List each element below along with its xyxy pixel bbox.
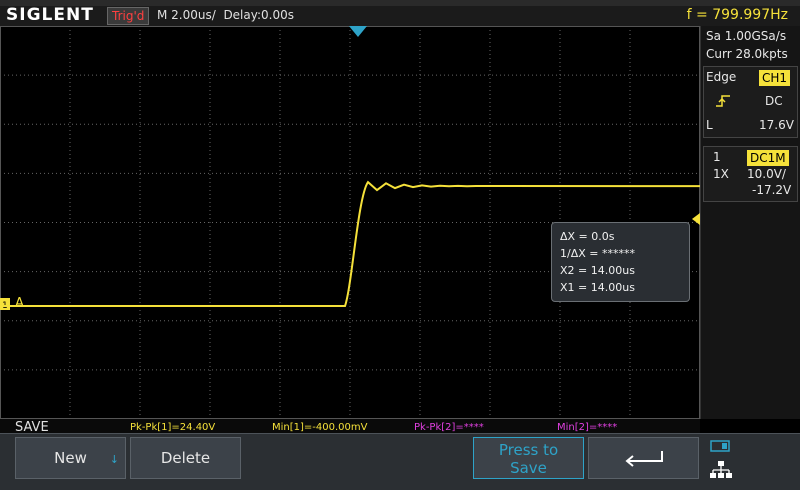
timebase-value: M 2.00us/ [157,8,216,22]
vertical-scale: 10.0V/ [747,167,786,181]
top-strip [0,0,800,6]
softkey-menu: New ↓ Delete Press to Save [0,433,800,490]
trigger-type: Edge [706,70,737,84]
trigger-source-badge: CH1 [759,70,791,86]
measurement-item: Pk-Pk[2]=**** [414,422,484,433]
brand-logo: SIGLENT [6,5,94,25]
new-button[interactable]: New ↓ [15,437,126,479]
trigger-coupling: DC [765,94,783,108]
trigger-level: 17.6V [759,118,794,132]
channel-number: 1 [713,150,721,164]
inverse-delta-x-readout: 1/ΔX = ****** [560,247,635,260]
probe-attenuation: 1X [713,167,729,181]
trigger-position-marker[interactable] [349,26,367,37]
measurement-item: Pk-Pk[1]=24.40V [130,422,216,433]
trigger-level-label: L [706,118,713,132]
new-button-label: New [54,449,87,467]
press-to-save-line2: Save [510,459,547,477]
x2-readout: X2 = 14.00us [560,264,635,277]
trigger-status-badge: Trig'd [107,7,150,25]
delay-value: Delay:0.00s [223,8,294,22]
delete-button-label: Delete [160,449,211,467]
cursor-readout-box[interactable]: ΔX = 0.0s 1/ΔX = ****** X2 = 14.00us X1 … [551,222,690,302]
press-to-save-button[interactable]: Press to Save [473,437,584,479]
timebase-readout: M 2.00us/ Delay:0.00s [157,8,294,22]
delta-x-readout: ΔX = 0.0s [560,230,615,243]
delete-button[interactable]: Delete [130,437,241,479]
vertical-offset: -17.2V [752,183,792,197]
measurement-item: Min[2]=**** [557,422,618,433]
measurement-item: Min[1]=-400.00mV [272,422,368,433]
channel-marker-label: A [15,296,24,311]
channel-coupling-badge: DC1M [747,150,789,166]
trigger-level-marker[interactable] [692,213,700,225]
return-arrow-icon [624,451,663,467]
return-button[interactable] [588,437,699,479]
info-panel: Sa 1.00GSa/s Curr 28.0kpts Edge CH1 DC L… [700,26,800,419]
frequency-readout: f = 799.997Hz [686,7,788,23]
x1-readout: X1 = 14.00us [560,281,635,294]
chevron-down-icon: ↓ [109,453,119,466]
memory-depth: Curr 28.0kpts [706,47,788,61]
rising-edge-icon [716,95,730,107]
press-to-save-line1: Press to [498,441,559,459]
sample-rate: Sa 1.00GSa/s [706,29,787,43]
network-icon [710,461,732,478]
usb-storage-icon [710,440,730,452]
